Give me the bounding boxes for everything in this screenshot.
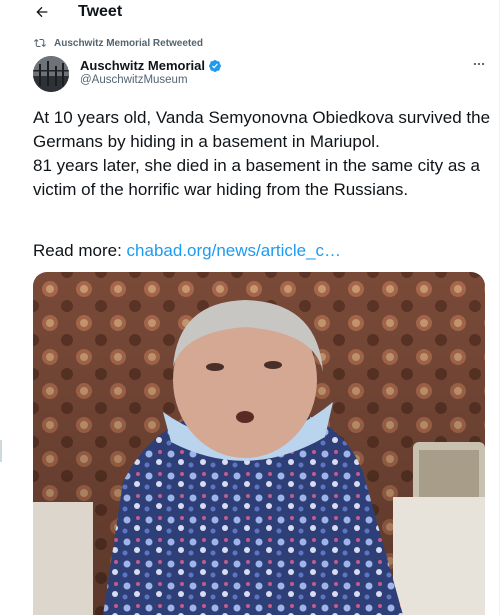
retweet-icon (34, 38, 46, 48)
page-title: Tweet (78, 3, 123, 20)
more-horizontal-icon (473, 62, 485, 66)
tweet-paragraph-1: At 10 years old, Vanda Semyonovna Obiedk… (33, 108, 491, 151)
verified-badge-icon (208, 59, 221, 72)
tweet-page: Tweet Auschwitz Memorial Retweeted Ausch… (0, 0, 500, 615)
author-handle[interactable]: @AuschwitzMuseum (80, 74, 188, 86)
read-more-label: Read more: (33, 241, 127, 260)
avatar-image (33, 56, 69, 92)
article-link[interactable]: chabad.org/news/article_c… (127, 241, 342, 260)
avatar[interactable] (33, 56, 69, 92)
retweet-context[interactable]: Auschwitz Memorial Retweeted (34, 37, 203, 49)
author-name[interactable]: Auschwitz Memorial (80, 58, 205, 73)
tweet-text: At 10 years old, Vanda Semyonovna Obiedk… (33, 106, 493, 202)
arrow-left-icon (36, 6, 48, 18)
page-header: Tweet (0, 0, 499, 26)
retweet-text: Auschwitz Memorial Retweeted (54, 37, 203, 49)
back-button[interactable] (28, 0, 56, 24)
tweet-paragraph-2: 81 years later, she died in a basement i… (33, 156, 480, 199)
read-more-line: Read more: chabad.org/news/article_c… (33, 239, 493, 263)
tweet-photo[interactable] (33, 272, 485, 615)
author-name-row: Auschwitz Memorial (80, 58, 222, 73)
photo-elderly-woman (33, 272, 485, 615)
more-options-button[interactable] (467, 55, 491, 73)
scroll-edge-marker (0, 440, 2, 462)
